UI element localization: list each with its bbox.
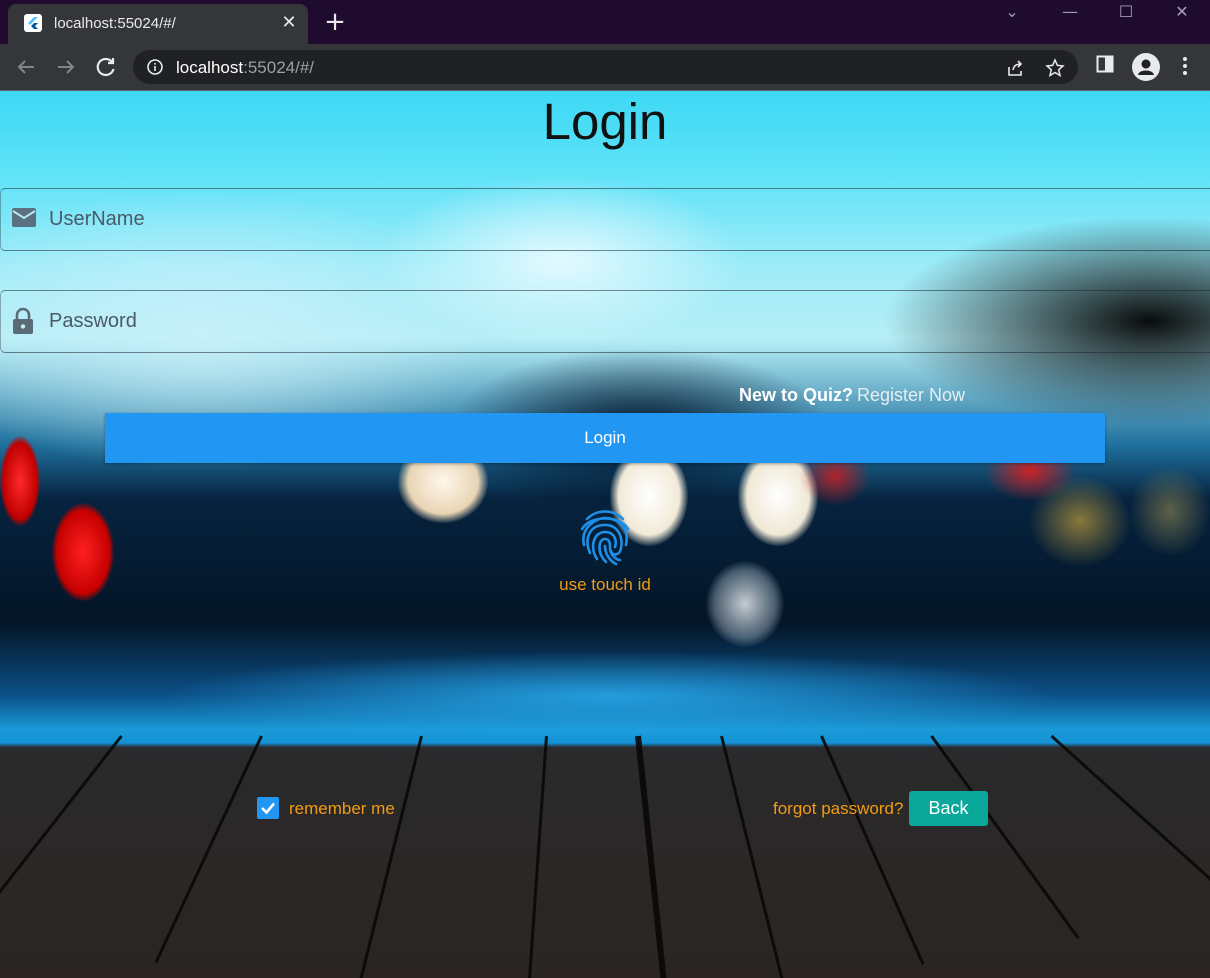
tab-close-icon[interactable]: ✕ (278, 11, 300, 33)
deck-plank (930, 735, 1080, 940)
flutter-favicon-icon (24, 14, 42, 32)
tab-search-icon[interactable]: ⌄ (984, 0, 1040, 30)
site-info-icon[interactable] (146, 58, 164, 81)
reload-icon[interactable] (92, 53, 120, 81)
deck-plank (154, 735, 263, 964)
forward-arrow-icon[interactable] (52, 53, 80, 81)
deck-plank (527, 735, 548, 978)
username-field[interactable] (0, 188, 1210, 251)
deck-plank (359, 735, 423, 978)
profile-avatar[interactable] (1132, 53, 1160, 81)
remember-me-label: remember me (289, 799, 395, 818)
close-window-button[interactable]: ✕ (1154, 0, 1210, 30)
background-light (1030, 476, 1130, 566)
username-input[interactable] (49, 189, 1189, 250)
back-arrow-icon[interactable] (12, 53, 40, 81)
remember-me-checkbox[interactable] (257, 797, 279, 819)
login-button[interactable]: Login (105, 413, 1105, 463)
tab-title: localhost:55024/#/ (54, 15, 176, 32)
lock-icon (11, 307, 35, 340)
deck-plank (635, 735, 668, 978)
page-title: Login (542, 93, 668, 150)
side-panel-icon[interactable] (1096, 55, 1114, 78)
fingerprint-icon[interactable] (575, 505, 635, 572)
register-now-link[interactable]: Register Now (857, 385, 965, 406)
menu-kebab-icon[interactable] (1176, 55, 1194, 82)
browser-toolbar: localhost:55024/#/ (0, 44, 1210, 90)
address-bar[interactable]: localhost:55024/#/ (133, 50, 1078, 84)
password-field[interactable] (0, 290, 1210, 353)
deck-plank (1050, 734, 1210, 905)
deck-plank (820, 735, 925, 965)
background-light (0, 436, 40, 526)
back-button[interactable]: Back (909, 791, 988, 826)
use-touch-id-label[interactable]: use touch id (0, 575, 1210, 595)
maximize-button[interactable]: ☐ (1098, 0, 1154, 30)
background-glow (160, 651, 1060, 741)
new-to-quiz-label: New to Quiz? (739, 385, 853, 405)
browser-tab[interactable]: localhost:55024/#/ ✕ (8, 4, 308, 44)
password-input[interactable] (49, 291, 1189, 352)
browser-titlebar: localhost:55024/#/ ✕ + ⌄ — ☐ ✕ (0, 0, 1210, 44)
background-light (706, 561, 784, 647)
background-light (1130, 466, 1210, 556)
mail-icon (11, 207, 37, 234)
share-icon[interactable] (1005, 58, 1025, 83)
url-text[interactable]: localhost:55024/#/ (176, 58, 314, 78)
forgot-password-link[interactable]: forgot password? (773, 799, 903, 819)
deck-plank (720, 735, 784, 978)
minimize-button[interactable]: — (1042, 0, 1098, 30)
deck-plank (0, 735, 123, 934)
login-page: Login New to Quiz? Register Now Login (0, 91, 1210, 978)
new-tab-button[interactable]: + (322, 9, 348, 36)
bookmark-star-icon[interactable] (1045, 58, 1065, 83)
